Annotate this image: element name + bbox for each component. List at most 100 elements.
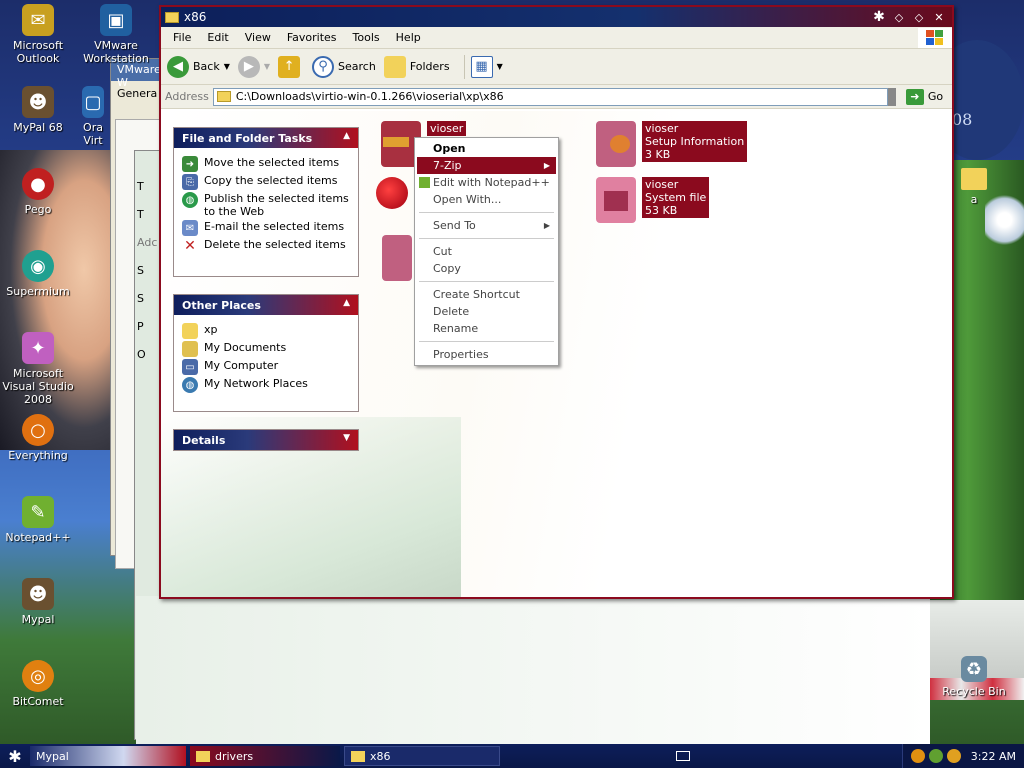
computer-icon: ▭	[182, 359, 198, 375]
setup-information-icon	[596, 121, 636, 167]
clock[interactable]: 3:22 AM	[971, 750, 1016, 763]
task-copy[interactable]: ⎘ Copy the selected items	[182, 174, 350, 190]
menu-item-rename[interactable]: Rename	[417, 320, 556, 337]
window-title: x86	[184, 10, 207, 24]
delete-icon: ✕	[182, 238, 198, 254]
menu-item-send-to[interactable]: Send To ▶	[417, 217, 556, 234]
menu-bar: File Edit View Favorites Tools Help	[161, 27, 952, 49]
details-header[interactable]: Details ▼	[174, 430, 358, 450]
task-move[interactable]: ➜ Move the selected items	[182, 156, 350, 172]
place-my-computer[interactable]: ▭ My Computer	[182, 359, 350, 375]
desktop-icon-vmware[interactable]: ▣ VMware Workstation	[78, 4, 154, 65]
place-xp[interactable]: xp	[182, 323, 350, 339]
menu-item-open[interactable]: Open	[417, 140, 556, 157]
menu-item-open-with[interactable]: Open With...	[417, 191, 556, 208]
supermium-icon: ◉	[22, 250, 54, 282]
menu-item-copy[interactable]: Copy	[417, 260, 556, 277]
chevron-down-icon[interactable]: ▼	[497, 62, 503, 71]
keyboard-icon[interactable]	[675, 751, 690, 761]
menu-help[interactable]: Help	[388, 31, 429, 44]
desktop-icon-outlook[interactable]: ✉ Microsoft Outlook	[0, 4, 76, 65]
menu-item-edit-notepadpp[interactable]: Edit with Notepad++	[417, 174, 556, 191]
move-icon: ➜	[182, 156, 198, 172]
folder-icon	[351, 750, 365, 762]
email-icon: ✉	[182, 220, 198, 236]
mypal-icon: ☻	[22, 86, 54, 118]
setup-file-icon	[382, 235, 412, 281]
network-icon: ◍	[182, 377, 198, 393]
visual-studio-icon: ✦	[22, 332, 54, 364]
menu-item-7zip[interactable]: 7-Zip ▶	[417, 157, 556, 174]
back-button[interactable]: ◀ Back ▼	[167, 55, 230, 78]
menu-item-delete[interactable]: Delete	[417, 303, 556, 320]
system-tray: 3:22 AM	[901, 744, 1024, 768]
search-button[interactable]: ⚲ Search	[312, 55, 376, 78]
update-tray-icon[interactable]	[928, 749, 943, 763]
chevron-down-icon[interactable]: ▼	[264, 62, 270, 71]
taskbar-item-drivers[interactable]: drivers	[190, 746, 340, 766]
go-button[interactable]: ➜ Go	[905, 88, 943, 105]
views-icon: ▦	[470, 55, 493, 78]
views-button[interactable]: ▦ ▼	[470, 55, 503, 78]
expand-icon[interactable]: ▼	[343, 433, 350, 443]
maximize-button[interactable]: ◇	[910, 9, 928, 25]
file-item-vioser-inf2[interactable]	[382, 235, 418, 281]
start-button[interactable]: ✱	[0, 744, 30, 768]
up-button[interactable]: ↑	[278, 55, 304, 78]
close-button[interactable]: ✕	[930, 9, 948, 25]
chevron-down-icon[interactable]: ▼	[224, 62, 230, 71]
place-network[interactable]: ◍ My Network Places	[182, 377, 350, 393]
taskbar: ✱ Mypal drivers x86 3:22 AM	[0, 744, 1024, 768]
task-email[interactable]: ✉ E-mail the selected items	[182, 220, 350, 236]
file-item-vioser-sys[interactable]: vioser System file 53 KB	[596, 177, 710, 223]
address-bar: Address C:\Downloads\virtio-win-0.1.266\…	[161, 85, 952, 109]
bg-window-letters: T T Adc S S P O	[137, 180, 158, 361]
search-tray-icon[interactable]	[946, 749, 961, 763]
search-icon: ⚲	[312, 55, 335, 78]
taskbar-item-mypal[interactable]: Mypal	[30, 746, 186, 766]
desktop-icon-bitcomet[interactable]: ◎ BitComet	[0, 660, 76, 708]
other-places-header[interactable]: Other Places ▲	[174, 295, 358, 315]
folder-icon	[216, 91, 231, 102]
task-delete[interactable]: ✕ Delete the selected items	[182, 238, 350, 254]
desktop-icon-pego[interactable]: ● Pego	[0, 168, 76, 216]
collapse-icon[interactable]: ▲	[343, 131, 350, 141]
desktop-icon-oracle[interactable]: ▢ Ora Virt	[78, 86, 108, 147]
collapse-icon[interactable]: ▲	[343, 298, 350, 308]
desktop-icon-mypal[interactable]: ☻ Mypal	[0, 578, 76, 626]
pego-icon: ●	[22, 168, 54, 200]
address-dropdown[interactable]	[887, 87, 896, 106]
menu-edit[interactable]: Edit	[199, 31, 236, 44]
menu-item-create-shortcut[interactable]: Create Shortcut	[417, 286, 556, 303]
star-icon: ✱	[873, 9, 885, 25]
desktop-icon-supermium[interactable]: ◉ Supermium	[0, 250, 76, 298]
bitcomet-tray-icon[interactable]	[910, 749, 925, 763]
desktop-icon-visual-studio[interactable]: ✦ Microsoft Visual Studio 2008	[0, 332, 76, 406]
menu-item-cut[interactable]: Cut	[417, 243, 556, 260]
menu-view[interactable]: View	[237, 31, 279, 44]
notepadpp-icon: ✎	[22, 496, 54, 528]
oracle-icon: ▢	[82, 86, 104, 118]
file-label: vioser Setup Information 3 KB	[642, 121, 748, 162]
taskbar-item-x86[interactable]: x86	[344, 746, 500, 766]
menu-item-properties[interactable]: Properties	[417, 346, 556, 363]
desktop-icon-mypal68[interactable]: ☻ MyPal 68	[0, 86, 76, 134]
desktop-icon-everything[interactable]: ○ Everything	[0, 414, 76, 462]
forward-button[interactable]: ▶ ▼	[237, 55, 270, 78]
menu-file[interactable]: File	[165, 31, 199, 44]
file-tasks-header[interactable]: File and Folder Tasks ▲	[174, 128, 358, 148]
minimize-button[interactable]: ◇	[890, 9, 908, 25]
address-input[interactable]: C:\Downloads\virtio-win-0.1.266\vioseria…	[212, 87, 888, 106]
file-item-vioser-red[interactable]	[376, 177, 414, 209]
other-places-pane: Other Places ▲ xp My Documents ▭ My Comp…	[173, 294, 359, 412]
desktop-icon-recycle-bin[interactable]: ♻ Recycle Bin	[936, 656, 1012, 698]
menu-tools[interactable]: Tools	[345, 31, 388, 44]
folder-icon	[196, 750, 210, 762]
desktop-icon-notepadpp[interactable]: ✎ Notepad++	[0, 496, 76, 544]
file-item-vioser-inf[interactable]: vioser Setup Information 3 KB	[596, 121, 748, 167]
place-my-documents[interactable]: My Documents	[182, 341, 350, 357]
window-titlebar[interactable]: x86 ✱ ◇ ◇ ✕	[161, 7, 952, 27]
task-publish[interactable]: ◍ Publish the selected items to the Web	[182, 192, 350, 218]
menu-favorites[interactable]: Favorites	[279, 31, 345, 44]
folders-button[interactable]: Folders	[383, 55, 450, 78]
